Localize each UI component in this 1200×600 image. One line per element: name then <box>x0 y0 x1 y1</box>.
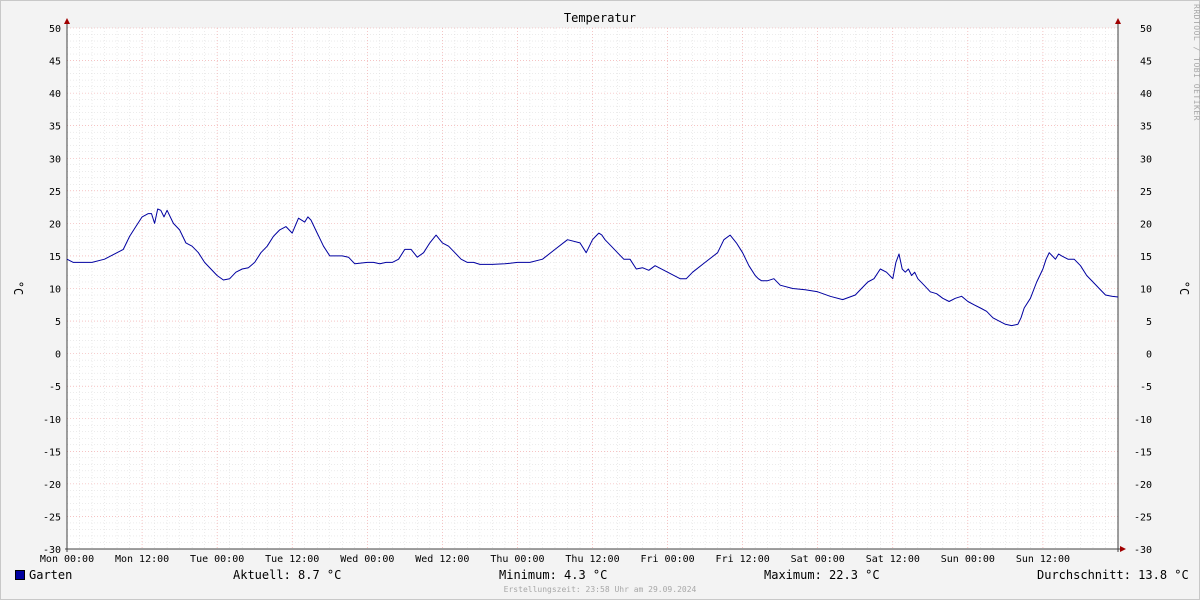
x-tick-label: Thu 12:00 <box>565 554 619 565</box>
y-tick-label-right: 35 <box>1140 122 1152 133</box>
x-tick-label: Sun 12:00 <box>1016 554 1070 565</box>
x-tick-label: Sun 00:00 <box>941 554 995 565</box>
y-axis-label-left: °C <box>11 281 25 295</box>
grid <box>66 27 1118 550</box>
y-tick-label-right: 30 <box>1140 154 1152 165</box>
creation-time: Erstellungszeit: 23:58 Uhr am 29.09.2024 <box>503 585 697 594</box>
y-tick-label-right: 10 <box>1140 285 1152 296</box>
y-tick-label-right: -25 <box>1134 512 1152 523</box>
y-tick-label-right: 50 <box>1140 24 1152 35</box>
legend-average: Durchschnitt: 13.8 °C <box>1037 568 1189 582</box>
x-tick-label: Wed 12:00 <box>415 554 469 565</box>
legend-series-name: Garten <box>29 568 73 582</box>
legend-current: Aktuell: 8.7 °C <box>233 568 342 582</box>
y-tick-label-left: 15 <box>49 252 61 263</box>
y-tick-label-right: -10 <box>1134 415 1152 426</box>
x-tick-label: Sat 00:00 <box>791 554 845 565</box>
x-tick-label: Tue 12:00 <box>265 554 319 565</box>
chart-title: Temperatur <box>563 11 637 25</box>
y-tick-label-left: 10 <box>49 285 61 296</box>
legend: Garten Aktuell: 8.7 °C Minimum: 4.3 °C M… <box>0 568 1200 584</box>
x-tick-label: Mon 12:00 <box>115 554 169 565</box>
y-tick-label-right: 5 <box>1146 317 1152 328</box>
y-tick-label-left: 50 <box>49 24 61 35</box>
y-tick-label-right: 25 <box>1140 187 1152 198</box>
y-tick-label-left: -20 <box>43 480 61 491</box>
y-tick-label-left: 5 <box>55 317 61 328</box>
y-tick-label-left: -10 <box>43 415 61 426</box>
y-tick-label-left: 45 <box>49 57 61 68</box>
y-tick-label-right: 15 <box>1140 252 1152 263</box>
y-tick-label-left: 25 <box>49 187 61 198</box>
y-tick-label-right: -5 <box>1140 382 1152 393</box>
y-tick-label-right: 45 <box>1140 57 1152 68</box>
watermark-text: RRDTOOL / TOBI OETIKER <box>1192 4 1200 121</box>
y-tick-label-left: 30 <box>49 154 61 165</box>
x-tick-label: Fri 00:00 <box>640 554 694 565</box>
y-tick-label-right: -20 <box>1134 480 1152 491</box>
y-tick-label-left: 35 <box>49 122 61 133</box>
y-axis-label-right: °C <box>1177 281 1191 295</box>
y-tick-label-left: 0 <box>55 350 61 361</box>
y-tick-label-left: -5 <box>49 382 61 393</box>
y-tick-label-left: -15 <box>43 447 61 458</box>
legend-minimum: Minimum: 4.3 °C <box>499 568 608 582</box>
y-tick-label-right: -30 <box>1134 545 1152 556</box>
y-tick-label-right: 20 <box>1140 219 1152 230</box>
y-tick-label-right: 40 <box>1140 89 1152 100</box>
x-tick-label: Mon 00:00 <box>40 554 94 565</box>
y-tick-label-left: 40 <box>49 89 61 100</box>
y-tick-label-left: 20 <box>49 219 61 230</box>
y-tick-label-right: 0 <box>1146 350 1152 361</box>
legend-maximum: Maximum: 22.3 °C <box>764 568 880 582</box>
temperature-chart: 50 5045 4540 4035 3530 3025 2520 2015 1510 105 50 0… <box>11 18 1191 565</box>
x-axis-arrow <box>1120 546 1126 552</box>
x-tick-label: Thu 00:00 <box>490 554 544 565</box>
y-tick-label-right: -15 <box>1134 447 1152 458</box>
x-tick-label: Sat 12:00 <box>866 554 920 565</box>
x-tick-label: Fri 12:00 <box>716 554 770 565</box>
x-tick-label: Wed 00:00 <box>340 554 394 565</box>
x-tick-label: Tue 00:00 <box>190 554 244 565</box>
y-tick-label-left: -25 <box>43 512 61 523</box>
x-tick-labels: Mon 00:00 Mon 12:00 Tue 00:00 Tue 12:00 Wed … <box>40 554 1070 565</box>
